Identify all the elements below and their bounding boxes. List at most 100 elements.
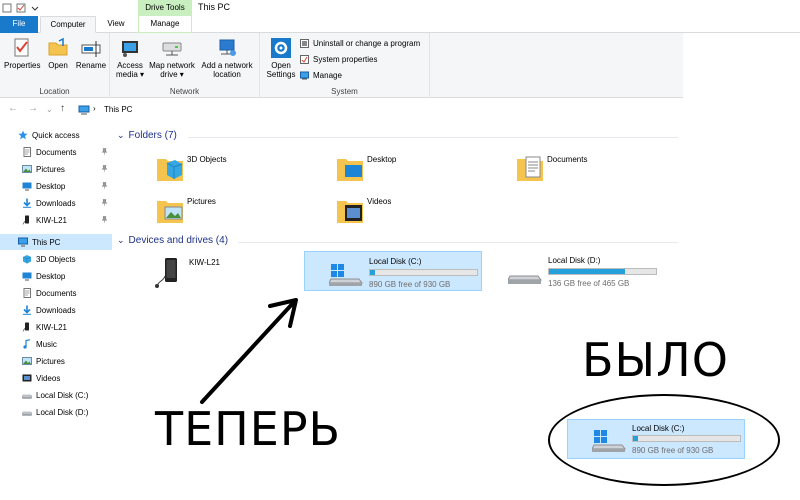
sidebar-item-pictures[interactable]: Pictures: [0, 353, 112, 369]
phone-icon: [22, 215, 32, 225]
back-arrow-icon[interactable]: ←: [8, 103, 18, 114]
downloads-icon: [22, 198, 32, 208]
up-arrow-icon[interactable]: ↑: [60, 103, 65, 114]
chevron-down-icon[interactable]: [30, 3, 40, 13]
devices-group-header[interactable]: ⌄ Devices and drives (4): [117, 235, 228, 246]
ribbon-group-label: Location: [39, 87, 70, 96]
device-phone[interactable]: KIW-L21: [153, 256, 303, 292]
drive-free-space: 136 GB free of 465 GB: [548, 279, 630, 288]
sidebar-item-quick-access[interactable]: Quick access: [0, 127, 112, 143]
drive-icon: [21, 390, 33, 400]
sidebar-item-downloads[interactable]: Downloads: [0, 302, 112, 318]
folder-documents[interactable]: Documents: [517, 153, 677, 187]
rename-button[interactable]: Rename: [74, 37, 108, 70]
pin-icon[interactable]: [101, 147, 108, 157]
folder-videos[interactable]: Videos: [337, 195, 497, 229]
downloads-icon: [22, 305, 32, 315]
open-button[interactable]: Open: [44, 37, 72, 70]
computer-icon: [18, 237, 28, 247]
documents-icon: [22, 147, 32, 157]
access-media-button[interactable]: Access media ▾: [114, 37, 146, 79]
sidebar-item-documents[interactable]: Documents: [0, 144, 112, 160]
ribbon: Properties Open Rename Location Access m…: [0, 33, 683, 98]
recent-chevron-icon[interactable]: ⌄: [46, 105, 53, 114]
sidebar-item-label: This PC: [32, 237, 61, 247]
sidebar-item-label: KIW-L21: [36, 322, 67, 332]
annotation-now: ТЕПЕРЬ: [155, 402, 342, 456]
drive-name: Local Disk (C:): [632, 424, 685, 433]
checkmark-icon[interactable]: [16, 3, 26, 13]
sidebar-item-local-disk-c[interactable]: Local Disk (C:): [0, 387, 112, 403]
manage-label: Manage: [313, 71, 342, 80]
add-network-location-label: Add a network location: [201, 61, 253, 79]
ribbon-group-location: Properties Open Rename Location: [0, 33, 110, 98]
device-label: KIW-L21: [189, 258, 220, 267]
sidebar-item-desktop[interactable]: Desktop: [0, 268, 112, 284]
drive-c[interactable]: Local Disk (C:) 890 GB free of 930 GB: [304, 251, 482, 291]
windows-drive-icon: [329, 264, 363, 286]
properties-icon: [14, 38, 29, 57]
ribbon-group-label: System: [331, 87, 358, 96]
music-icon: [22, 339, 32, 349]
sidebar-item-downloads[interactable]: Downloads: [0, 195, 112, 211]
breadcrumb-separator-icon[interactable]: ›: [93, 104, 96, 113]
sidebar-item-kiw-l21[interactable]: KIW-L21: [0, 319, 112, 335]
ribbon-group-label: Network: [169, 87, 200, 96]
title-bar: Drive Tools This PC: [0, 0, 800, 16]
open-settings-button[interactable]: Open Settings: [264, 37, 298, 79]
manage-button[interactable]: Manage: [300, 71, 342, 80]
drive-d[interactable]: Local Disk (D:) 136 GB free of 465 GB: [484, 251, 662, 291]
sidebar-item-label: KIW-L21: [36, 215, 67, 225]
window-title: This PC: [198, 2, 231, 12]
drive-usage-fill: [370, 270, 375, 275]
sidebar-item-3d-objects[interactable]: 3D Objects: [0, 251, 112, 267]
map-network-drive-button[interactable]: Map network drive ▾: [146, 37, 198, 79]
chevron-down-icon: ⌄: [117, 130, 125, 140]
properties-icon[interactable]: [2, 3, 12, 13]
context-tab-title: Drive Tools: [138, 0, 192, 16]
uninstall-program-button[interactable]: Uninstall or change a program: [300, 39, 420, 48]
tab-file[interactable]: File: [0, 16, 38, 33]
tab-manage[interactable]: Manage: [138, 16, 192, 33]
windows-drive-icon: [592, 430, 626, 452]
sidebar-item-kiw-l21[interactable]: KIW-L21: [0, 212, 112, 228]
sidebar-item-music[interactable]: Music: [0, 336, 112, 352]
videos-icon: [22, 373, 32, 383]
folder-label: Desktop: [367, 155, 397, 164]
sidebar-item-label: 3D Objects: [36, 254, 76, 264]
tab-computer[interactable]: Computer: [40, 16, 96, 33]
desktop-icon: [22, 271, 32, 281]
forward-arrow-icon[interactable]: →: [28, 103, 38, 114]
open-folder-icon: [48, 37, 68, 56]
sidebar-item-this-pc[interactable]: This PC: [0, 234, 112, 250]
quick-access-toolbar: [2, 3, 40, 13]
breadcrumb[interactable]: This PC: [104, 105, 132, 114]
sidebar-item-pictures[interactable]: Pictures: [0, 161, 112, 177]
folder-desktop[interactable]: Desktop: [337, 153, 497, 187]
folder-3d-objects[interactable]: 3D Objects: [157, 153, 317, 187]
folders-header-label: Folders (7): [128, 130, 177, 141]
pin-icon[interactable]: [101, 198, 108, 208]
folders-group-header[interactable]: ⌄ Folders (7): [117, 130, 177, 141]
ribbon-group-system: Open Settings Uninstall or change a prog…: [260, 33, 430, 98]
pin-icon[interactable]: [101, 164, 108, 174]
pin-icon[interactable]: [101, 215, 108, 225]
folder-pictures[interactable]: Pictures: [157, 195, 317, 229]
sidebar-item-label: Local Disk (C:): [36, 390, 89, 400]
open-settings-label: Open Settings: [266, 61, 296, 79]
sidebar-item-desktop[interactable]: Desktop: [0, 178, 112, 194]
map-network-drive-label: Map network drive ▾: [149, 61, 195, 79]
sidebar-item-videos[interactable]: Videos: [0, 370, 112, 386]
system-properties-button[interactable]: System properties: [300, 55, 377, 64]
documents-folder-icon: [517, 156, 543, 181]
sidebar-item-local-disk-d[interactable]: Local Disk (D:): [0, 404, 112, 420]
network-drive-icon: [162, 42, 182, 56]
sidebar-item-label: Pictures: [36, 164, 65, 174]
pin-icon[interactable]: [101, 181, 108, 191]
add-network-location-button[interactable]: Add a network location: [198, 37, 256, 79]
properties-button[interactable]: Properties: [4, 37, 40, 70]
ribbon-blank: [683, 33, 800, 98]
tab-view[interactable]: View: [98, 16, 134, 33]
sidebar-item-documents[interactable]: Documents: [0, 285, 112, 301]
rename-label: Rename: [75, 61, 107, 70]
